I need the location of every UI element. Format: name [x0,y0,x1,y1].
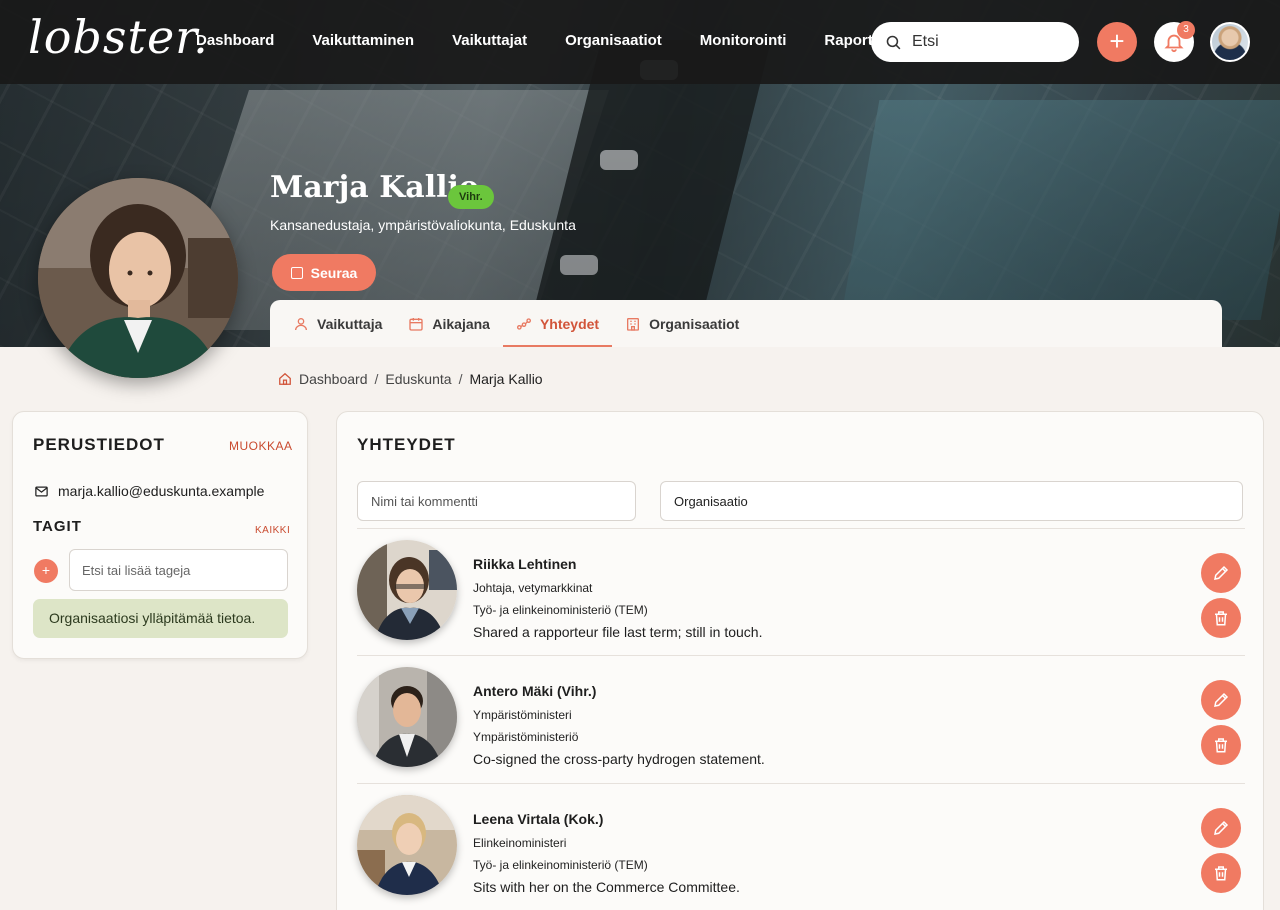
tab-label: Yhteydet [539,315,600,332]
mail-icon [35,486,48,496]
calendar-icon [409,317,424,331]
connection-role: Johtaja, vetymarkkinat [473,581,593,595]
lobster-logo[interactable]: lobster. [28,10,209,64]
nav-organisaatiot[interactable]: Organisaatiot [565,32,662,49]
top-navigation-bar: lobster. Dashboard Vaikuttaminen Vaikutt… [0,0,1280,84]
home-icon[interactable] [278,372,292,386]
nav-monitorointi[interactable]: Monitorointi [700,32,787,49]
delete-connection-button[interactable] [1201,853,1241,893]
divider [357,783,1245,784]
pencil-icon [1214,565,1229,580]
profile-photo [38,178,238,378]
connection-photo[interactable] [357,667,457,767]
nav-vaikuttajat[interactable]: Vaikuttajat [452,32,527,49]
breadcrumb-separator: / [374,371,379,387]
tag-search-input[interactable] [69,549,288,591]
organization-filter-select[interactable]: Organisaatio [660,481,1243,521]
delete-connection-button[interactable] [1201,725,1241,765]
connection-comment: Shared a rapporteur file last term; stil… [473,624,763,640]
connection-role: Elinkeinoministeri [473,836,567,850]
connections-heading: YHTEYDET [357,435,456,454]
tab-vaikuttaja[interactable]: Vaikuttaja [280,300,395,347]
tab-aikajana[interactable]: Aikajana [395,300,503,347]
breadcrumb: Dashboard / Eduskunta / Marja Kallio [278,371,543,387]
basic-info-heading: PERUSTIEDOT [33,435,165,454]
tab-label: Vaikuttaja [317,315,383,332]
organization-note: Organisaatiosi ylläpitämää tietoa. [33,599,288,638]
tags-heading: TAGIT [33,518,82,535]
connection-organization: Työ- ja elinkeinoministeriö (TEM) [473,858,648,872]
trash-icon [1215,611,1227,626]
connection-item: Antero Mäki (Vihr.) Ympäristöministeri Y… [357,667,1245,794]
network-icon [516,317,531,330]
connection-comment: Co-signed the cross-party hydrogen state… [473,751,765,767]
follow-button[interactable]: Seuraa [272,254,376,291]
breadcrumb-dashboard[interactable]: Dashboard [299,371,368,387]
trash-icon [1215,866,1227,881]
trash-icon [1215,738,1227,753]
tab-label: Organisaatiot [649,315,740,332]
basic-info-card: PERUSTIEDOT MUOKKAA marja.kallio@eduskun… [12,411,308,659]
connection-organization: Ympäristöministeriö [473,730,579,744]
divider [357,528,1245,529]
edit-link[interactable]: MUOKKAA [229,439,293,453]
pencil-icon [1214,820,1229,835]
add-button[interactable]: + [1097,22,1137,62]
search-input[interactable] [912,33,1062,51]
email-value[interactable]: marja.kallio@eduskunta.example [58,483,264,499]
edit-connection-button[interactable] [1201,680,1241,720]
connection-organization: Työ- ja elinkeinoministeriö (TEM) [473,603,648,617]
connection-photo[interactable] [357,795,457,895]
person-title: Kansanedustaja, ympäristövaliokunta, Edu… [270,217,576,233]
connection-name[interactable]: Leena Virtala (Kok.) [473,811,603,827]
connection-comment: Sits with her on the Commerce Committee. [473,879,740,895]
connection-photo[interactable] [357,540,457,640]
party-badge: Vihr. [448,185,494,209]
connection-item: Riikka Lehtinen Johtaja, vetymarkkinat T… [357,540,1245,667]
breadcrumb-eduskunta[interactable]: Eduskunta [385,371,451,387]
divider [357,655,1245,656]
nav-dashboard[interactable]: Dashboard [196,32,274,49]
breadcrumb-current: Marja Kallio [469,371,543,387]
search-icon [886,35,901,49]
breadcrumb-separator: / [458,371,463,387]
global-search [871,22,1079,62]
connection-name[interactable]: Antero Mäki (Vihr.) [473,683,596,699]
connections-card: YHTEYDET Organisaatio Riikka Lehtinen Jo… [336,411,1264,910]
edit-connection-button[interactable] [1201,808,1241,848]
connection-name[interactable]: Riikka Lehtinen [473,556,576,572]
follow-label: Seuraa [310,264,358,281]
pencil-icon [1214,692,1229,707]
add-tag-button[interactable]: + [34,559,58,583]
user-avatar[interactable] [1210,22,1250,62]
email-row: marja.kallio@eduskunta.example [34,483,264,499]
tab-yhteydet[interactable]: Yhteydet [502,300,613,347]
checkbox-icon [290,266,303,279]
profile-tabs: Vaikuttaja Aikajana Yhteydet Organisaati… [270,300,1222,347]
name-filter-input[interactable] [357,481,636,521]
nav-vaikuttaminen[interactable]: Vaikuttaminen [312,32,414,49]
notification-count-badge: 3 [1177,21,1195,39]
tags-all-link[interactable]: KAIKKI [255,525,290,536]
connection-role: Ympäristöministeri [473,708,572,722]
delete-connection-button[interactable] [1201,598,1241,638]
edit-connection-button[interactable] [1201,553,1241,593]
tab-organisaatiot[interactable]: Organisaatiot [612,300,752,347]
building-icon [627,317,640,331]
user-icon [295,317,307,330]
main-nav: Dashboard Vaikuttaminen Vaikuttajat Orga… [196,32,920,49]
connection-item: Leena Virtala (Kok.) Elinkeinoministeri … [357,795,1245,910]
tab-label: Aikajana [432,315,490,332]
